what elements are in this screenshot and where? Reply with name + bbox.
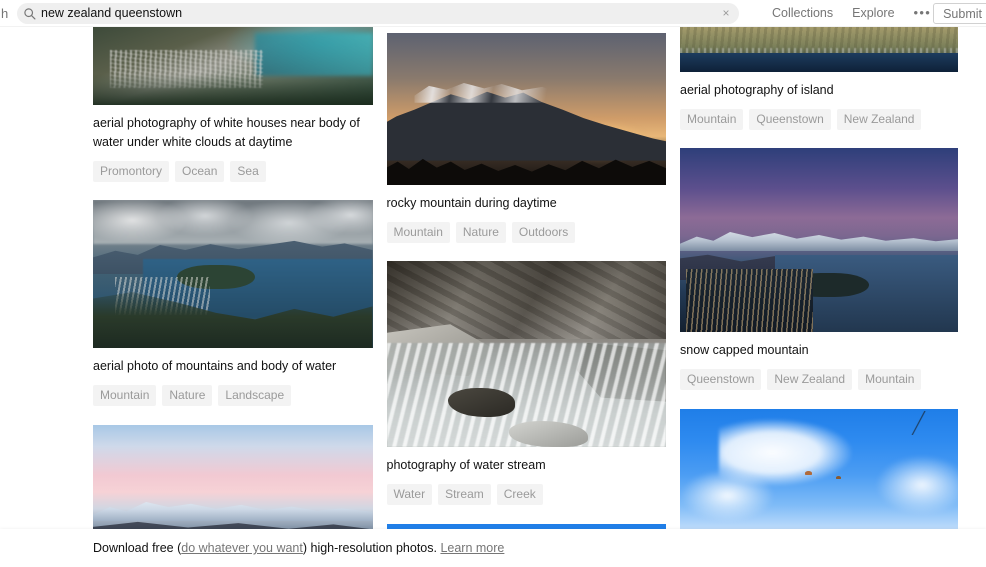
clear-search-button[interactable]: × [713,3,739,24]
photo-caption[interactable]: aerial photo of mountains and body of wa… [93,357,373,376]
photo-thumbnail[interactable] [386,33,666,185]
photo-card: snow capped mountain Queenstown New Zeal… [680,148,958,390]
tag-chip[interactable]: New Zealand [767,369,853,390]
photo-caption[interactable]: aerial photography of white houses near … [93,114,373,152]
photo-grid: aerial photography of white houses near … [0,27,986,567]
tag-chip[interactable]: Outdoors [511,222,576,243]
photo-thumbnail[interactable] [680,409,958,529]
tag-chip[interactable]: Water [386,484,433,505]
site-header: h × Collections Explore ••• Submit [0,0,986,27]
photo-column-2: rocky mountain during daytime Mountain N… [386,27,667,567]
learn-more-link[interactable]: Learn more [440,541,504,555]
photo-tags: Mountain Nature Outdoors [386,222,667,243]
search-icon [17,7,41,20]
photo-caption[interactable]: aerial photography of island [680,81,958,100]
tag-chip[interactable]: Nature [162,385,213,406]
photo-thumbnail[interactable] [93,425,373,545]
tag-chip[interactable]: Mountain [858,369,922,390]
photo-caption[interactable]: rocky mountain during daytime [387,194,667,213]
photo-card [93,425,373,545]
more-options-icon[interactable]: ••• [914,6,932,19]
tag-chip[interactable]: Landscape [218,385,292,406]
search-input[interactable] [41,2,713,24]
photo-card [680,409,958,529]
tag-chip[interactable]: Creek [496,484,543,505]
search-bar[interactable]: × [17,2,739,24]
photo-thumbnail[interactable] [93,27,373,105]
tag-chip[interactable]: Queenstown [749,109,831,130]
photo-column-1: aerial photography of white houses near … [93,27,373,567]
tag-chip[interactable]: Nature [455,222,506,243]
tag-chip[interactable]: Ocean [175,161,225,182]
photo-card: aerial photography of white houses near … [93,27,373,182]
photo-thumbnail[interactable] [386,261,666,447]
photo-card: photography of water stream Water Stream… [386,261,667,505]
photo-card: aerial photo of mountains and body of wa… [93,200,373,406]
tag-chip[interactable]: Queenstown [680,369,762,390]
photo-tags: Mountain Queenstown New Zealand [680,109,958,130]
photo-tags: Water Stream Creek [386,484,667,505]
tag-chip[interactable]: Mountain [386,222,450,243]
nav-link-collections[interactable]: Collections [772,6,833,20]
photo-caption[interactable]: photography of water stream [387,456,667,475]
photo-column-3: aerial photography of island Mountain Qu… [680,27,958,567]
banner-prefix: Download free ( [93,541,182,555]
tag-chip[interactable]: Sea [230,161,266,182]
photo-card: aerial photography of island Mountain Qu… [680,27,958,130]
search-results-page: h × Collections Explore ••• Submit [0,0,986,567]
tag-chip[interactable]: Mountain [680,109,744,130]
site-logo-partial[interactable]: h [0,0,14,27]
banner-middle: ) high-resolution photos. [302,541,437,555]
photo-thumbnail[interactable] [680,27,958,72]
photo-thumbnail[interactable] [93,200,373,348]
header-nav: Collections Explore ••• [772,6,931,20]
tag-chip[interactable]: Promontory [93,161,170,182]
tag-chip[interactable]: Mountain [93,385,157,406]
photo-caption[interactable]: snow capped mountain [680,341,958,360]
photo-tags: Queenstown New Zealand Mountain [680,369,958,390]
nav-link-explore[interactable]: Explore [852,6,894,20]
photo-tags: Promontory Ocean Sea [93,161,373,182]
submit-button[interactable]: Submit [933,3,986,24]
banner-text: Download free (do whatever you want) hig… [93,541,504,555]
photo-card: rocky mountain during daytime Mountain N… [386,33,667,243]
download-info-banner: Download free (do whatever you want) hig… [0,529,986,567]
photo-thumbnail[interactable] [680,148,958,332]
do-whatever-you-want-link[interactable]: do whatever you want [181,541,303,555]
photo-tags: Mountain Nature Landscape [93,385,373,406]
tag-chip[interactable]: New Zealand [836,109,922,130]
tag-chip[interactable]: Stream [438,484,491,505]
